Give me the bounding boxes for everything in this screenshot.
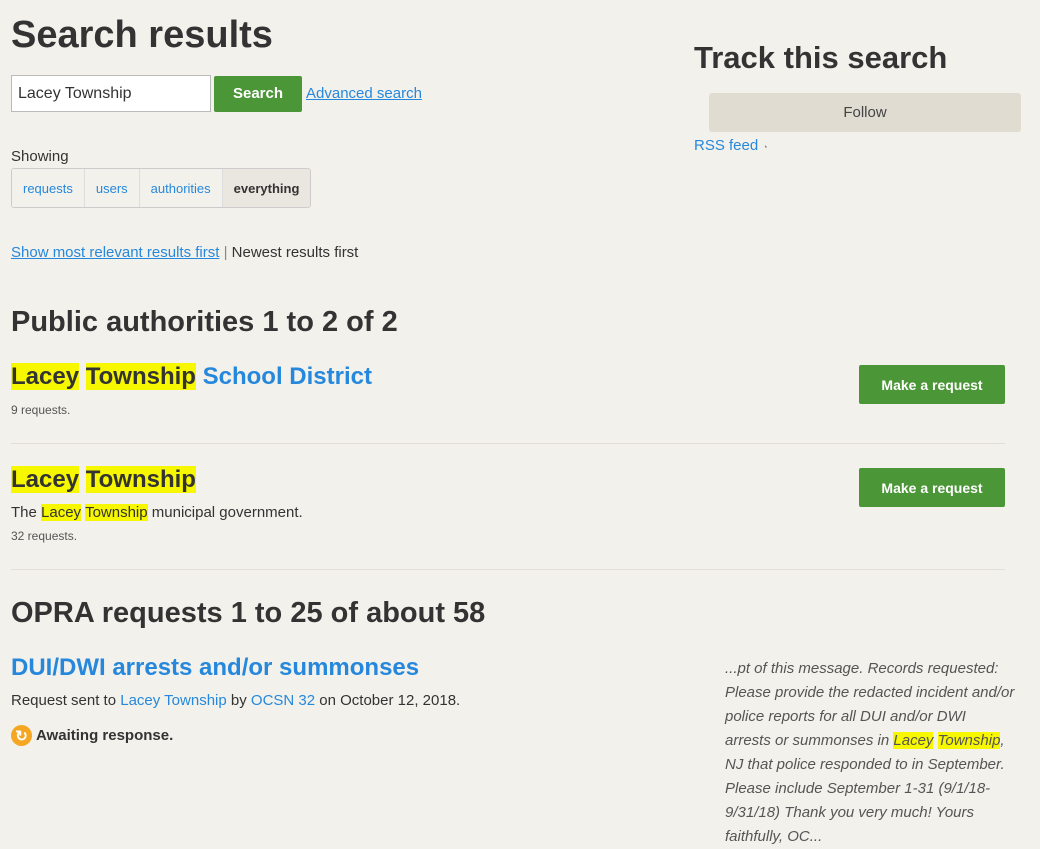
authority-description: The Lacey Township municipal government. <box>11 504 303 521</box>
sort-relevant-link[interactable]: Show most relevant results first <box>11 244 219 261</box>
highlight: Lacey <box>11 466 80 493</box>
sort-current-label: Newest results first <box>231 244 359 261</box>
tab-requests[interactable]: requests <box>12 169 85 207</box>
request-status: ↻ Awaiting response. <box>11 725 173 746</box>
highlight: Lacey <box>11 363 80 390</box>
search-input[interactable] <box>11 75 211 112</box>
authority-title-link[interactable]: Lacey Township School District <box>11 363 372 391</box>
status-text: Awaiting response. <box>36 727 174 744</box>
showing-label: Showing <box>11 148 69 165</box>
meta-text: on October 12, 2018. <box>319 692 461 709</box>
track-search-title: Track this search <box>694 40 948 75</box>
page-title: Search results <box>11 14 273 56</box>
make-request-button[interactable]: Make a request <box>859 468 1005 507</box>
user-link[interactable]: OCSN 32 <box>251 692 315 709</box>
make-request-button[interactable]: Make a request <box>859 365 1005 404</box>
filter-tabs: requests users authorities everything <box>11 168 312 208</box>
authority-request-count: 9 requests. <box>11 403 71 417</box>
search-bar: Search Advanced search <box>11 75 422 112</box>
highlight: Township <box>937 732 1001 749</box>
authority-title-link[interactable]: Lacey Township <box>11 466 196 494</box>
sort-options: Show most relevant results first | Newes… <box>11 244 358 261</box>
desc-text: municipal government. <box>151 504 303 521</box>
request-title-link[interactable]: DUI/DWI arrests and/or summonses <box>11 654 419 682</box>
request-excerpt: ...pt of this message. Records requested… <box>725 657 1015 849</box>
desc-text: The <box>11 504 37 521</box>
divider <box>11 443 1005 444</box>
tab-users[interactable]: users <box>84 169 140 207</box>
requests-heading: OPRA requests 1 to 25 of about 58 <box>11 597 486 629</box>
highlight: Township <box>85 466 196 493</box>
highlight: Lacey <box>41 504 82 521</box>
follow-button[interactable]: Follow <box>709 93 1021 132</box>
authorities-heading: Public authorities 1 to 2 of 2 <box>11 306 398 338</box>
rss-icon: ◔ <box>762 142 768 152</box>
search-button[interactable]: Search <box>214 75 302 112</box>
advanced-search-link[interactable]: Advanced search <box>306 85 422 102</box>
rss-feed-label: RSS feed <box>694 137 759 154</box>
meta-text: by <box>230 692 247 709</box>
highlight: Township <box>85 363 196 390</box>
authority-title-rest: School District <box>202 363 372 390</box>
authority-request-count: 32 requests. <box>11 529 78 543</box>
tab-authorities[interactable]: authorities <box>139 169 223 207</box>
highlight: Lacey <box>893 732 934 749</box>
sort-separator: | <box>223 244 228 261</box>
request-meta: Request sent to Lacey Township by OCSN 3… <box>11 692 460 709</box>
rss-feed-link[interactable]: RSS feed ◔ <box>694 137 768 154</box>
meta-text: Request sent to <box>11 692 117 709</box>
refresh-icon: ↻ <box>11 725 32 746</box>
authority-link[interactable]: Lacey Township <box>120 692 226 709</box>
tab-everything[interactable]: everything <box>222 169 311 207</box>
highlight: Township <box>85 504 148 521</box>
divider <box>11 569 1005 570</box>
